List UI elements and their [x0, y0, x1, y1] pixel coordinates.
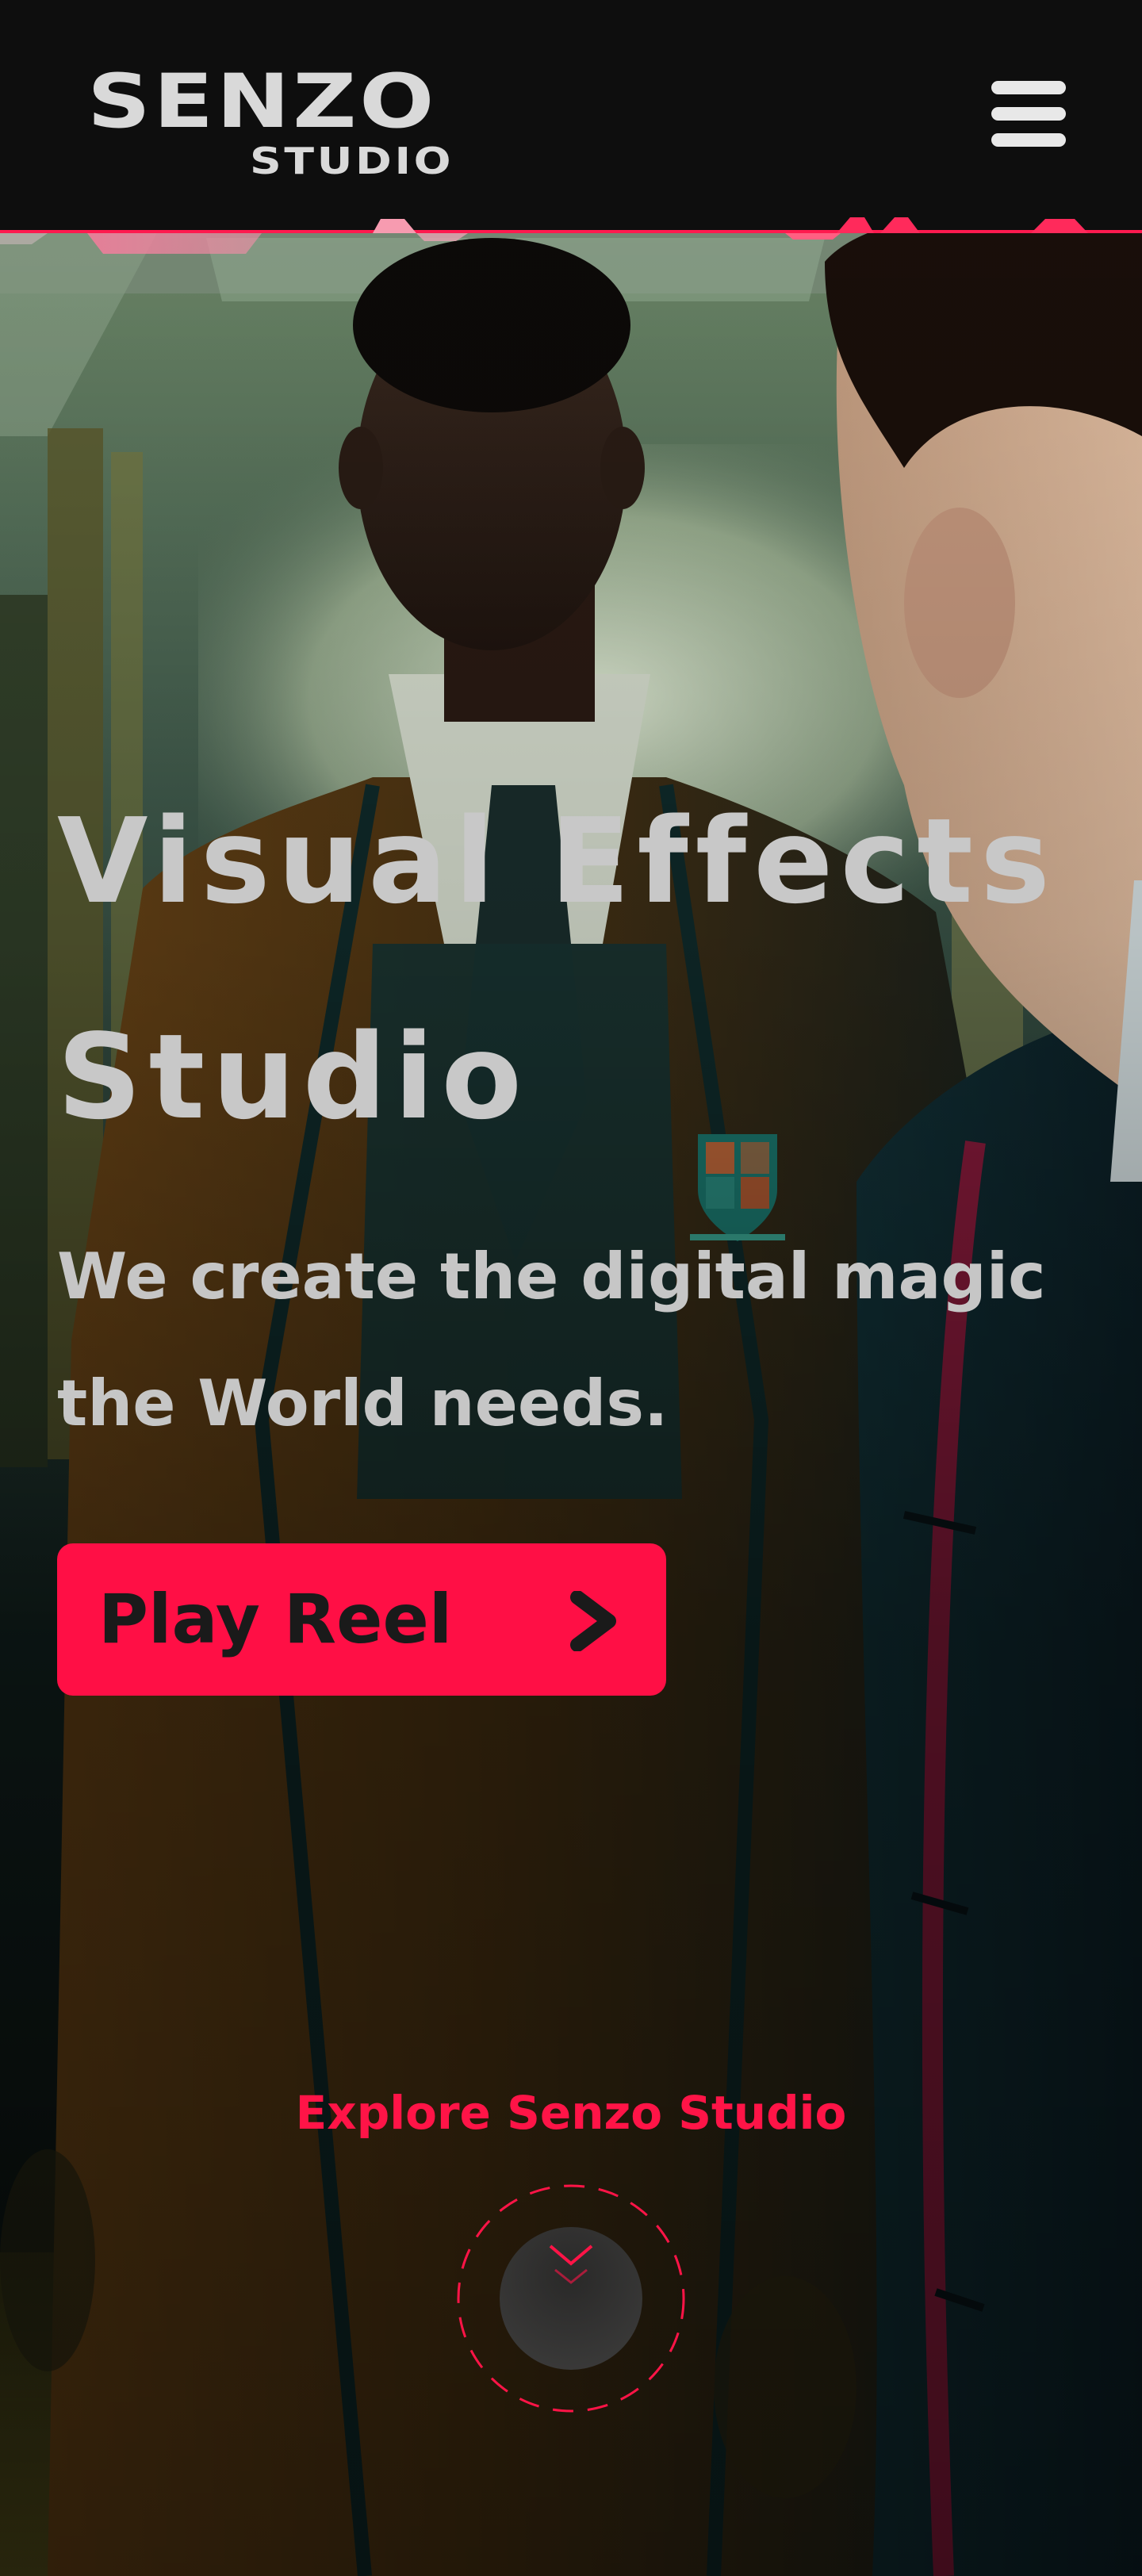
- senzo-studio-logo[interactable]: SENZO STUDIO: [87, 59, 451, 184]
- chevron-right-icon: [570, 1591, 616, 1651]
- play-reel-label: Play Reel: [98, 1580, 453, 1659]
- hero-section: Visual Effects Studio We create the digi…: [0, 230, 1142, 2576]
- hero-subtitle-line-2: the World needs.: [57, 1367, 669, 1440]
- scroll-indicator-graphic: [457, 2184, 685, 2413]
- scroll-down-button[interactable]: [455, 2183, 687, 2414]
- hero-subtitle-line-1: We create the digital magic: [57, 1240, 1046, 1313]
- explore-senzo-link[interactable]: Explore Senzo Studio: [0, 2086, 1142, 2140]
- hero-subtitle: We create the digital magic the World ne…: [57, 1213, 1088, 1467]
- menu-button[interactable]: [983, 76, 1071, 152]
- hero-title: Visual Effects Studio: [57, 753, 1088, 1185]
- hero-title-line-1: Visual Effects: [57, 793, 1058, 930]
- logo-subtitle: STUDIO: [250, 140, 454, 182]
- logo-wordmark: SENZO: [87, 59, 437, 145]
- site-header: SENZO STUDIO: [0, 0, 1142, 230]
- hero-title-line-2: Studio: [57, 1009, 530, 1145]
- play-reel-button[interactable]: Play Reel: [57, 1543, 666, 1696]
